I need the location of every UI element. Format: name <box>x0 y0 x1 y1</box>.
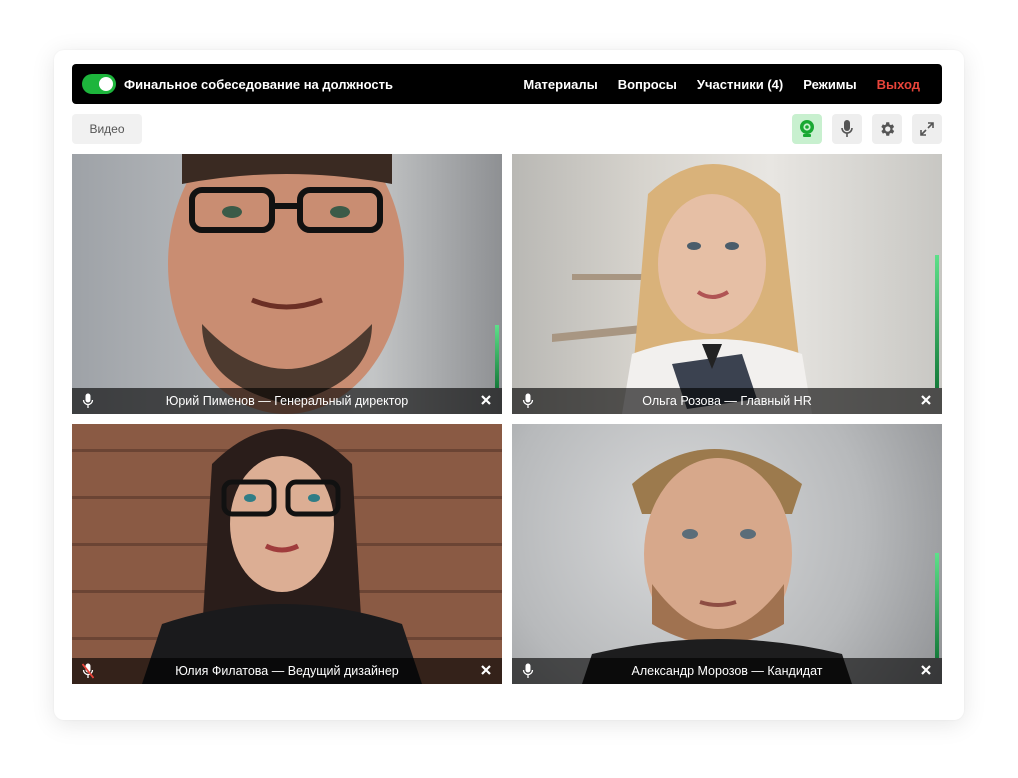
meeting-header: Финальное собеседование на должность Мат… <box>72 64 942 104</box>
gear-icon <box>881 122 895 136</box>
participant-tile[interactable]: Александр Морозов — Кандидат <box>512 424 942 684</box>
close-icon[interactable] <box>479 393 493 407</box>
fullscreen-icon <box>920 122 934 136</box>
microphone-icon[interactable] <box>82 393 94 409</box>
participant-caption: Юрий Пименов — Генеральный директор <box>72 388 502 414</box>
participant-tile[interactable]: Юлия Филатова — Ведущий дизайнер <box>72 424 502 684</box>
meeting-title: Финальное собеседование на должность <box>124 76 393 92</box>
nav-questions[interactable]: Вопросы <box>618 77 677 92</box>
header-nav: Материалы Вопросы Участники (4) Режимы В… <box>503 77 920 92</box>
participant-tile[interactable]: Ольга Розова — Главный HR <box>512 154 942 414</box>
participant-video <box>582 449 852 684</box>
video-mode-button[interactable]: Видео <box>72 114 142 144</box>
participant-tile[interactable]: Юрий Пименов — Генеральный директор <box>72 154 502 414</box>
microphone-icon[interactable] <box>522 663 534 679</box>
meeting-window: Финальное собеседование на должность Мат… <box>54 50 964 720</box>
audio-level-bar <box>935 553 939 658</box>
participant-caption: Юлия Филатова — Ведущий дизайнер <box>72 658 502 684</box>
camera-button[interactable] <box>792 114 822 144</box>
microphone-icon[interactable] <box>522 393 534 409</box>
participant-caption: Ольга Розова — Главный HR <box>512 388 942 414</box>
nav-materials[interactable]: Материалы <box>523 77 597 92</box>
participant-video <box>142 429 422 684</box>
audio-level-bar <box>495 325 499 388</box>
audio-level-bar <box>935 255 939 388</box>
participant-name: Юлия Филатова — Ведущий дизайнер <box>175 664 399 678</box>
participant-name: Александр Морозов — Кандидат <box>631 664 823 678</box>
participant-video <box>168 154 404 414</box>
nav-modes[interactable]: Режимы <box>803 77 856 92</box>
microphone-muted-icon[interactable] <box>82 663 94 679</box>
participant-caption: Александр Морозов — Кандидат <box>512 658 942 684</box>
microphone-icon <box>841 120 853 137</box>
participant-name: Ольга Розова — Главный HR <box>642 394 812 408</box>
nav-participants[interactable]: Участники (4) <box>697 77 783 92</box>
fullscreen-button[interactable] <box>912 114 942 144</box>
exit-button[interactable]: Выход <box>877 77 920 92</box>
toggle-knob <box>99 77 113 91</box>
meeting-toggle[interactable] <box>82 74 116 94</box>
microphone-button[interactable] <box>832 114 862 144</box>
settings-button[interactable] <box>872 114 902 144</box>
close-icon[interactable] <box>919 663 933 677</box>
close-icon[interactable] <box>479 663 493 677</box>
camera-icon <box>800 120 814 137</box>
participant-name: Юрий Пименов — Генеральный директор <box>165 394 409 408</box>
participant-video <box>552 164 812 414</box>
close-icon[interactable] <box>919 393 933 407</box>
toolbar: Видео <box>72 114 942 144</box>
